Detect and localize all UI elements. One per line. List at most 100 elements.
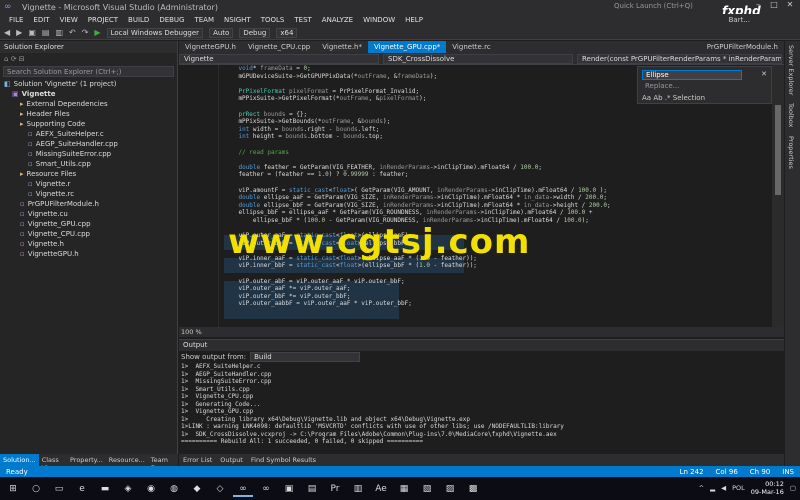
output-panel-tab[interactable]: Error List bbox=[179, 454, 216, 466]
visual-studio-icon[interactable]: ∞ bbox=[233, 481, 253, 497]
code-line[interactable]: double feather = GetParam(VIG_FEATHER, i… bbox=[224, 164, 769, 172]
app-icon[interactable]: ▤ bbox=[302, 481, 322, 497]
code-line[interactable]: feather = (feather == 1.0) ? 0.99999 : f… bbox=[224, 171, 769, 179]
tree-item[interactable]: ▫ VignetteGPU.h bbox=[0, 249, 177, 259]
volume-icon[interactable]: ◀ bbox=[721, 484, 726, 492]
solution-explorer-search[interactable]: Search Solution Explorer (Ctrl+;) bbox=[3, 66, 174, 77]
after-effects-icon[interactable]: Ae bbox=[371, 481, 391, 497]
menu-file[interactable]: FILE bbox=[4, 16, 28, 24]
menu-team[interactable]: TEAM bbox=[189, 16, 219, 24]
output-lines[interactable]: 1> AEFX_SuiteHelper.c 1> AEGP_SuiteHandle… bbox=[179, 363, 784, 446]
menu-tools[interactable]: TOOLS bbox=[256, 16, 290, 24]
side-tab[interactable]: Toolbox bbox=[785, 99, 797, 131]
tree-item[interactable]: ▫ Smart_Utils.cpp bbox=[0, 159, 177, 169]
code-line[interactable]: viP.outer_aaF = static_cast<float>(ellip… bbox=[224, 232, 769, 240]
output-panel-tab[interactable]: Find Symbol Results bbox=[247, 454, 320, 466]
platform-dropdown[interactable]: x64 bbox=[276, 27, 298, 38]
tree-item[interactable]: ▫ MissingSuiteError.cpp bbox=[0, 149, 177, 159]
debugger-dropdown[interactable]: Local Windows Debugger bbox=[106, 27, 204, 38]
editor-scrollbar-thumb[interactable] bbox=[775, 105, 781, 195]
app-icon[interactable]: ▨ bbox=[440, 481, 460, 497]
edge-icon[interactable]: e bbox=[72, 481, 92, 497]
code-line[interactable] bbox=[224, 141, 769, 149]
tree-item[interactable]: ▣ Vignette bbox=[0, 89, 177, 99]
close-find-icon[interactable]: ✕ bbox=[761, 70, 767, 78]
menu-nsight[interactable]: NSIGHT bbox=[219, 16, 256, 24]
editor-scrollbar[interactable] bbox=[772, 65, 784, 327]
code-line[interactable] bbox=[224, 224, 769, 232]
configuration-dropdown[interactable]: Debug bbox=[239, 27, 271, 38]
code-line[interactable]: viP.outer_bbF = static_cast<float>(ellip… bbox=[224, 240, 769, 248]
code-line[interactable] bbox=[224, 247, 769, 255]
menu-help[interactable]: HELP bbox=[400, 16, 428, 24]
tree-item[interactable]: ▫ AEGP_SuiteHandler.cpp bbox=[0, 139, 177, 149]
document-tab[interactable]: VignetteGPU.h bbox=[179, 41, 242, 53]
code-line[interactable]: viP.outer_aaF *= viP.outer_aaF; bbox=[224, 285, 769, 293]
menu-window[interactable]: WINDOW bbox=[358, 16, 400, 24]
input-language[interactable]: POL bbox=[732, 484, 745, 492]
menu-view[interactable]: VIEW bbox=[55, 16, 83, 24]
menu-build[interactable]: BUILD bbox=[123, 16, 154, 24]
code-line[interactable]: viP.outer_abF = viP.outer_aaF * viP.oute… bbox=[224, 278, 769, 286]
tree-item[interactable]: ▸ Header Files bbox=[0, 109, 177, 119]
tree-item[interactable]: ▫ Vignette_GPU.cpp bbox=[0, 219, 177, 229]
tree-item[interactable]: ▫ Vignette_CPU.cpp bbox=[0, 229, 177, 239]
code-line[interactable]: viP.inner_aaF = static_cast<float>(ellip… bbox=[224, 255, 769, 263]
menu-debug[interactable]: DEBUG bbox=[154, 16, 189, 24]
regex-icon[interactable]: .* bbox=[665, 94, 671, 102]
document-tab[interactable]: Vignette_CPU.cpp bbox=[242, 41, 316, 53]
left-panel-tab[interactable]: Solution... bbox=[0, 454, 39, 466]
task-view-icon[interactable]: ▭ bbox=[49, 481, 69, 497]
firefox-icon[interactable]: ◍ bbox=[164, 481, 184, 497]
tree-item[interactable]: ▫ Vignette.h bbox=[0, 239, 177, 249]
side-tab[interactable]: Server Explorer bbox=[785, 41, 797, 99]
redo-icon[interactable]: ↷ bbox=[82, 28, 89, 37]
match-case-icon[interactable]: Aa bbox=[642, 94, 651, 102]
menu-project[interactable]: PROJECT bbox=[83, 16, 123, 24]
code-line[interactable]: viP.inner_bbF = static_cast<float>(ellip… bbox=[224, 262, 769, 270]
quick-launch-input[interactable]: Quick Launch (Ctrl+Q) bbox=[614, 2, 704, 12]
replace-input[interactable]: Replace... bbox=[642, 82, 742, 92]
open-icon[interactable]: ▤ bbox=[42, 28, 50, 37]
auto-dropdown[interactable]: Auto bbox=[209, 27, 234, 38]
code-line[interactable] bbox=[224, 156, 769, 164]
whole-word-icon[interactable]: Ab bbox=[653, 94, 662, 102]
code-line[interactable] bbox=[224, 179, 769, 187]
visual-studio-icon[interactable]: ∞ bbox=[256, 481, 276, 497]
tree-item[interactable]: ▸ Resource Files bbox=[0, 169, 177, 179]
refresh-icon[interactable]: ⟳ bbox=[11, 55, 17, 63]
left-panel-tab[interactable]: Resource... bbox=[106, 454, 148, 466]
tray-chevron-icon[interactable]: ^ bbox=[699, 484, 704, 492]
tree-item[interactable]: ▫ Vignette.cu bbox=[0, 209, 177, 219]
windows-start-icon[interactable]: ⊞ bbox=[3, 481, 23, 497]
project-dropdown[interactable]: Vignette bbox=[179, 53, 379, 64]
member-dropdown[interactable]: Render(const PrGPUFilterRenderParams * i… bbox=[577, 53, 782, 64]
collapse-icon[interactable]: ⊟ bbox=[19, 55, 25, 63]
code-line[interactable]: double ellipse_bbF = GetParam(VIG_SIZE, … bbox=[224, 202, 769, 210]
notifications-icon[interactable]: ▢ bbox=[790, 484, 796, 492]
left-panel-tab[interactable]: Property... bbox=[67, 454, 106, 466]
tree-item[interactable]: ▫ Vignette.rc bbox=[0, 189, 177, 199]
menu-test[interactable]: TEST bbox=[289, 16, 316, 24]
output-source-dropdown[interactable]: Build bbox=[250, 352, 361, 362]
document-tab[interactable]: PrGPUFilterModule.h bbox=[701, 41, 784, 53]
code-line[interactable] bbox=[224, 103, 769, 111]
menu-edit[interactable]: EDIT bbox=[28, 16, 54, 24]
app-icon[interactable]: ▥ bbox=[348, 481, 368, 497]
premiere-icon[interactable]: Pr bbox=[325, 481, 345, 497]
app-icon[interactable]: ◇ bbox=[210, 481, 230, 497]
new-project-icon[interactable]: ▣ bbox=[28, 28, 36, 37]
left-panel-tab[interactable]: Class View bbox=[39, 454, 67, 472]
app-icon[interactable]: ▣ bbox=[279, 481, 299, 497]
app-icon[interactable]: ◆ bbox=[187, 481, 207, 497]
code-line[interactable]: ellipse_bbF * (100.0 - GetParam(VIG_ROUN… bbox=[224, 217, 769, 225]
app-icon[interactable]: ▩ bbox=[463, 481, 483, 497]
code-line[interactable]: viP.outer_bbF *= viP.outer_bbF; bbox=[224, 293, 769, 301]
code-editor[interactable]: void* frameData = 0; mGPUDeviceSuite->Ge… bbox=[179, 65, 784, 327]
clock[interactable]: 00:12 09-Mar-16 bbox=[751, 480, 784, 496]
tree-item[interactable]: ◧ Solution 'Vignette' (1 project) bbox=[0, 79, 177, 89]
tree-item[interactable]: ▫ AEFX_SuiteHelper.c bbox=[0, 129, 177, 139]
scope-dropdown[interactable]: SDK_CrossDissolve bbox=[383, 53, 573, 64]
document-tab[interactable]: Vignette.rc bbox=[446, 41, 496, 53]
network-icon[interactable]: ▂ bbox=[710, 484, 715, 492]
